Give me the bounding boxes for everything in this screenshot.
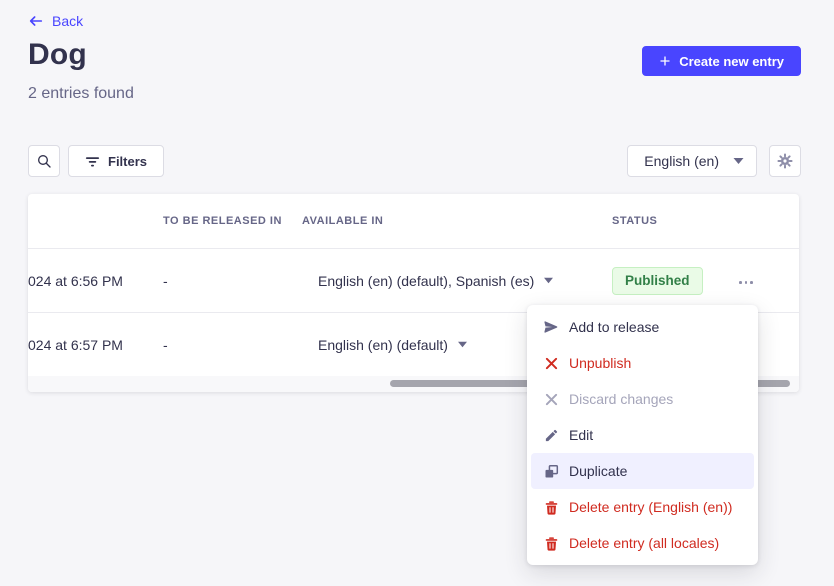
table-row[interactable]: 024 at 6:56 PM - English (en) (default),…: [28, 248, 799, 312]
locales-chevron-down-icon[interactable]: [544, 277, 553, 284]
gear-icon: [776, 152, 794, 170]
updated-cell: 024 at 6:56 PM: [28, 273, 147, 289]
menu-item-label: Delete entry (all locales): [569, 535, 719, 551]
chevron-down-icon: [733, 157, 744, 165]
to-be-released-cell: -: [147, 337, 286, 353]
menu-item-label: Add to release: [569, 319, 659, 335]
menu-item-delete-entry-locale[interactable]: Delete entry (English (en)): [531, 489, 754, 525]
locale-select-value: English (en): [644, 153, 719, 169]
available-in-cell: English (en) (default): [318, 337, 448, 353]
settings-button[interactable]: [769, 145, 801, 177]
menu-item-label: Unpublish: [569, 355, 631, 371]
menu-item-unpublish[interactable]: Unpublish: [531, 345, 754, 381]
trash-icon: [543, 536, 559, 551]
back-link[interactable]: Back: [28, 13, 83, 29]
menu-item-add-to-release[interactable]: Add to release: [531, 309, 754, 345]
to-be-released-cell: -: [147, 273, 286, 289]
plus-icon: [659, 55, 671, 67]
toolbar-right: English (en): [627, 145, 801, 177]
menu-item-label: Discard changes: [569, 391, 673, 407]
search-button[interactable]: [28, 145, 60, 177]
available-in-cell: English (en) (default), Spanish (es): [318, 273, 534, 289]
filter-icon: [85, 154, 100, 169]
column-header-to-be-released-in[interactable]: TO BE RELEASED IN: [147, 215, 286, 227]
menu-item-edit[interactable]: Edit: [531, 417, 754, 453]
column-header-status[interactable]: STATUS: [596, 215, 721, 227]
back-arrow-icon: [28, 13, 44, 29]
filters-label: Filters: [108, 154, 147, 169]
cross-icon: [543, 393, 559, 406]
row-actions-menu: Add to release Unpublish Discard changes…: [527, 305, 758, 565]
back-label: Back: [52, 13, 83, 29]
menu-item-discard-changes: Discard changes: [531, 381, 754, 417]
menu-item-label: Duplicate: [569, 463, 627, 479]
column-header-available-in[interactable]: AVAILABLE IN: [286, 215, 596, 227]
menu-item-duplicate[interactable]: Duplicate: [531, 453, 754, 489]
table-header-row: TO BE RELEASED IN AVAILABLE IN STATUS: [28, 194, 799, 248]
cross-icon: [543, 357, 559, 370]
entries-count: 2 entries found: [28, 85, 134, 103]
menu-item-label: Delete entry (English (en)): [569, 499, 732, 515]
row-actions-button[interactable]: [737, 275, 755, 290]
paper-plane-icon: [543, 319, 559, 335]
menu-item-label: Edit: [569, 427, 593, 443]
page-title: Dog: [28, 38, 87, 72]
locale-select[interactable]: English (en): [627, 145, 757, 177]
locales-chevron-down-icon[interactable]: [458, 341, 467, 348]
search-icon: [36, 153, 52, 169]
pencil-icon: [543, 428, 559, 443]
status-badge: Published: [612, 267, 703, 295]
updated-cell: 024 at 6:57 PM: [28, 337, 147, 353]
create-new-entry-label: Create new entry: [679, 54, 784, 69]
filters-button[interactable]: Filters: [68, 145, 164, 177]
menu-item-delete-entry-all-locales[interactable]: Delete entry (all locales): [531, 525, 754, 561]
duplicate-icon: [543, 464, 559, 479]
create-new-entry-button[interactable]: Create new entry: [642, 46, 801, 76]
trash-icon: [543, 500, 559, 515]
toolbar-left: Filters: [28, 145, 164, 177]
